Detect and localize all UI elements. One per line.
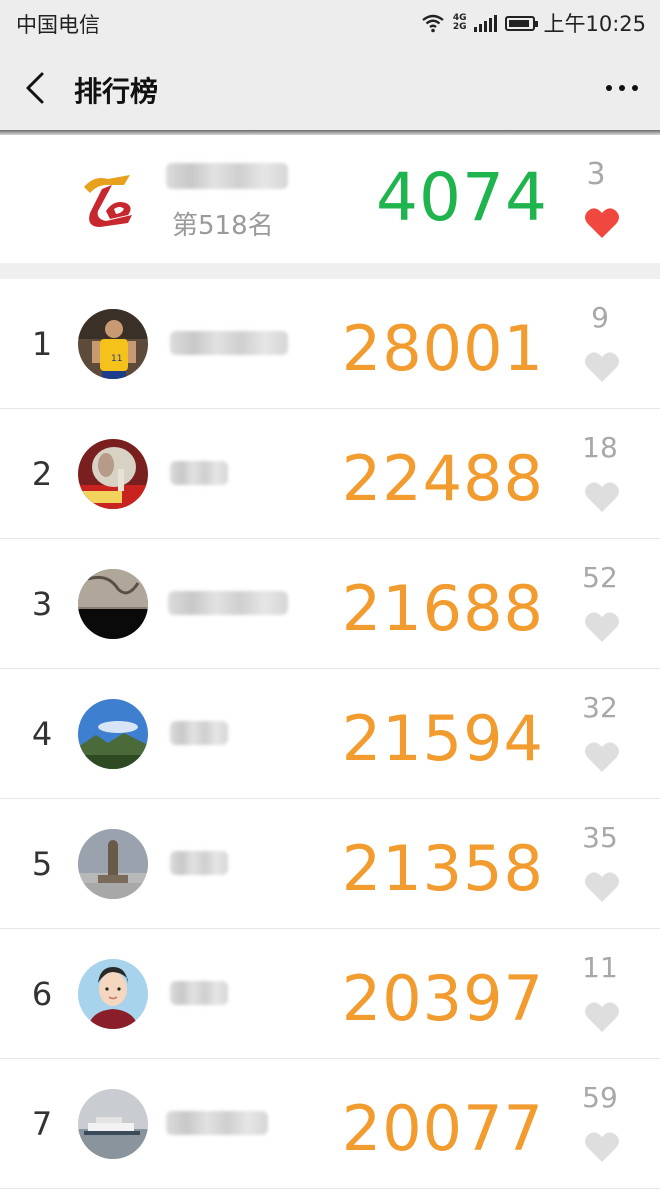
- like-count: 11: [582, 951, 618, 984]
- rank-number: 6: [31, 975, 53, 1013]
- more-dots-icon: [606, 85, 638, 91]
- like-count: 35: [582, 821, 618, 854]
- ranking-list: 1 11 28001 9 2 22488 18 3 21688 52 4 215…: [0, 279, 660, 1189]
- heart-icon[interactable]: [584, 871, 620, 903]
- list-item[interactable]: 1 11 28001 9: [0, 279, 660, 409]
- heart-icon[interactable]: [584, 611, 620, 643]
- heart-icon[interactable]: [584, 741, 620, 773]
- user-name-blurred: [170, 981, 228, 1005]
- section-divider: [0, 263, 660, 279]
- carrier-label: 中国电信: [16, 13, 100, 37]
- avatar[interactable]: [78, 959, 148, 1029]
- step-count: 21358: [341, 832, 544, 905]
- user-name-blurred: [166, 1111, 268, 1135]
- list-item[interactable]: 7 20077 59: [0, 1059, 660, 1189]
- like-count: 18: [582, 431, 618, 464]
- step-count: 22488: [341, 442, 544, 515]
- signal-icon: [474, 14, 498, 32]
- step-count: 28001: [341, 312, 544, 385]
- user-name-blurred: [170, 721, 228, 745]
- avatar[interactable]: [78, 569, 148, 639]
- chevron-left-icon: [26, 72, 44, 104]
- my-rank-label: 第518名: [172, 211, 274, 241]
- step-count: 20077: [341, 1092, 544, 1165]
- like-count: 9: [591, 301, 609, 334]
- wifi-icon: [422, 14, 444, 33]
- heart-icon[interactable]: [584, 1131, 620, 1163]
- like-count: 59: [582, 1081, 618, 1114]
- user-name-blurred: [170, 331, 288, 355]
- rank-number: 1: [31, 325, 53, 363]
- list-item[interactable]: 6 20397 11: [0, 929, 660, 1059]
- clock: 上午10:25: [543, 12, 646, 36]
- rank-number: 2: [31, 455, 53, 493]
- user-name-blurred: [168, 591, 288, 615]
- app-logo: [84, 175, 132, 227]
- network-type: 4G 2G: [453, 14, 467, 32]
- avatar[interactable]: [78, 699, 148, 769]
- status-indicators: 4G 2G 上午10:25: [421, 8, 646, 38]
- rank-number: 4: [31, 715, 53, 753]
- like-count: 52: [582, 561, 618, 594]
- list-item[interactable]: 5 21358 35: [0, 799, 660, 929]
- rank-number: 7: [31, 1105, 53, 1143]
- list-item[interactable]: 4 21594 32: [0, 669, 660, 799]
- heart-icon[interactable]: [584, 207, 620, 239]
- nav-bar: 排行榜: [0, 44, 660, 132]
- svg-text:11: 11: [111, 354, 122, 364]
- avatar[interactable]: [78, 1089, 148, 1159]
- heart-icon[interactable]: [584, 481, 620, 513]
- step-count: 21688: [341, 572, 544, 645]
- rank-number: 5: [31, 845, 53, 883]
- back-button[interactable]: [20, 70, 56, 106]
- step-count: 20397: [341, 962, 544, 1035]
- list-item[interactable]: 2 22488 18: [0, 409, 660, 539]
- avatar[interactable]: [78, 829, 148, 899]
- my-rank-card[interactable]: 第518名 4074 3: [0, 135, 660, 263]
- rank-number: 3: [31, 585, 53, 623]
- battery-icon: [505, 15, 539, 31]
- my-like-count: 3: [586, 157, 606, 192]
- user-name-blurred: [170, 461, 228, 485]
- avatar[interactable]: 11: [78, 309, 148, 379]
- my-step-count: 4074: [376, 159, 548, 236]
- list-item[interactable]: 3 21688 52: [0, 539, 660, 669]
- page-title: 排行榜: [74, 75, 159, 108]
- my-name-blurred: [166, 163, 288, 189]
- avatar[interactable]: [78, 439, 148, 509]
- network-label-bottom: 2G: [452, 22, 467, 32]
- step-count: 21594: [341, 702, 544, 775]
- heart-icon[interactable]: [584, 1001, 620, 1033]
- like-count: 32: [582, 691, 618, 724]
- more-button[interactable]: [604, 78, 640, 98]
- heart-icon[interactable]: [584, 351, 620, 383]
- status-bar: 中国电信 4G 2G 上午10:25: [0, 0, 660, 44]
- user-name-blurred: [170, 851, 228, 875]
